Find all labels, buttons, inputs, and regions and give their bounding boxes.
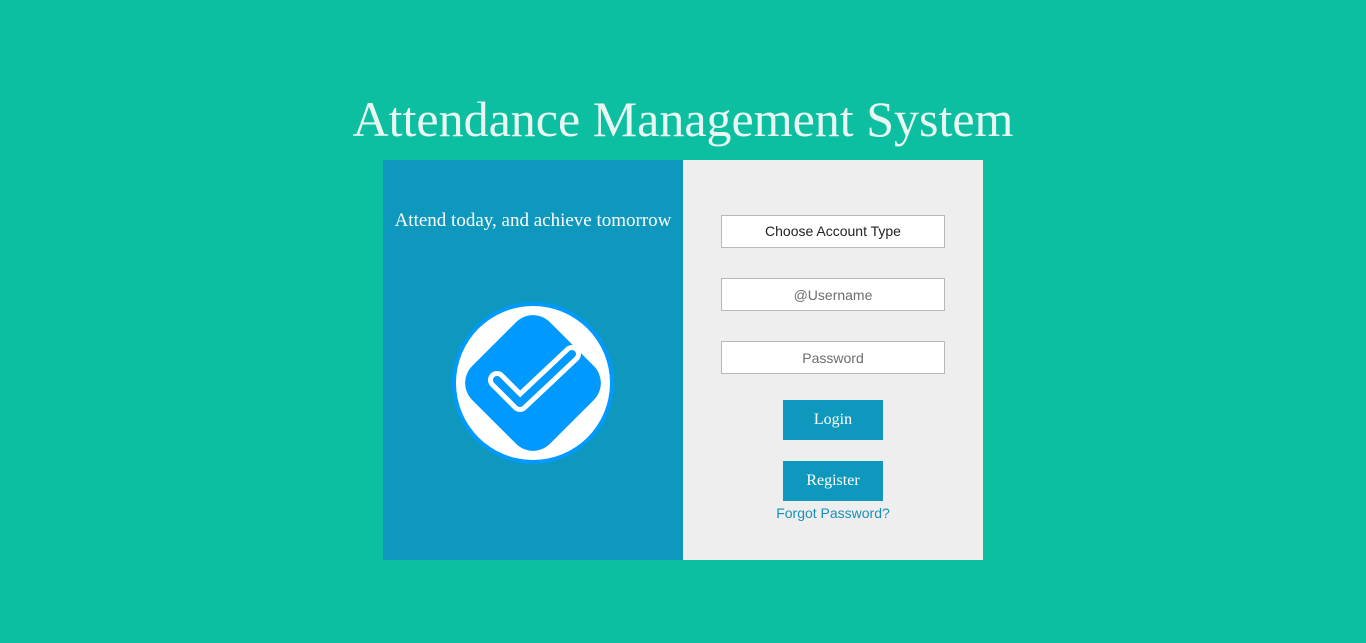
username-input[interactable]	[721, 278, 945, 311]
password-input[interactable]	[721, 341, 945, 374]
branding-panel: Attend today, and achieve tomorrow	[383, 160, 683, 560]
page-title: Attendance Management System	[352, 91, 1014, 147]
tagline: Attend today, and achieve tomorrow	[394, 210, 672, 231]
checkmark-badge-icon	[452, 302, 614, 464]
forgot-password-link[interactable]: Forgot Password?	[683, 505, 983, 521]
login-card: Attend today, and achieve tomorrow Choos…	[383, 160, 983, 560]
form-panel: Choose Account Type Login Register Forgo…	[683, 160, 983, 560]
login-button[interactable]: Login	[783, 400, 883, 440]
account-type-select[interactable]: Choose Account Type	[721, 215, 945, 248]
register-button[interactable]: Register	[783, 461, 883, 501]
login-page: Attendance Management System Attend toda…	[0, 0, 1366, 643]
